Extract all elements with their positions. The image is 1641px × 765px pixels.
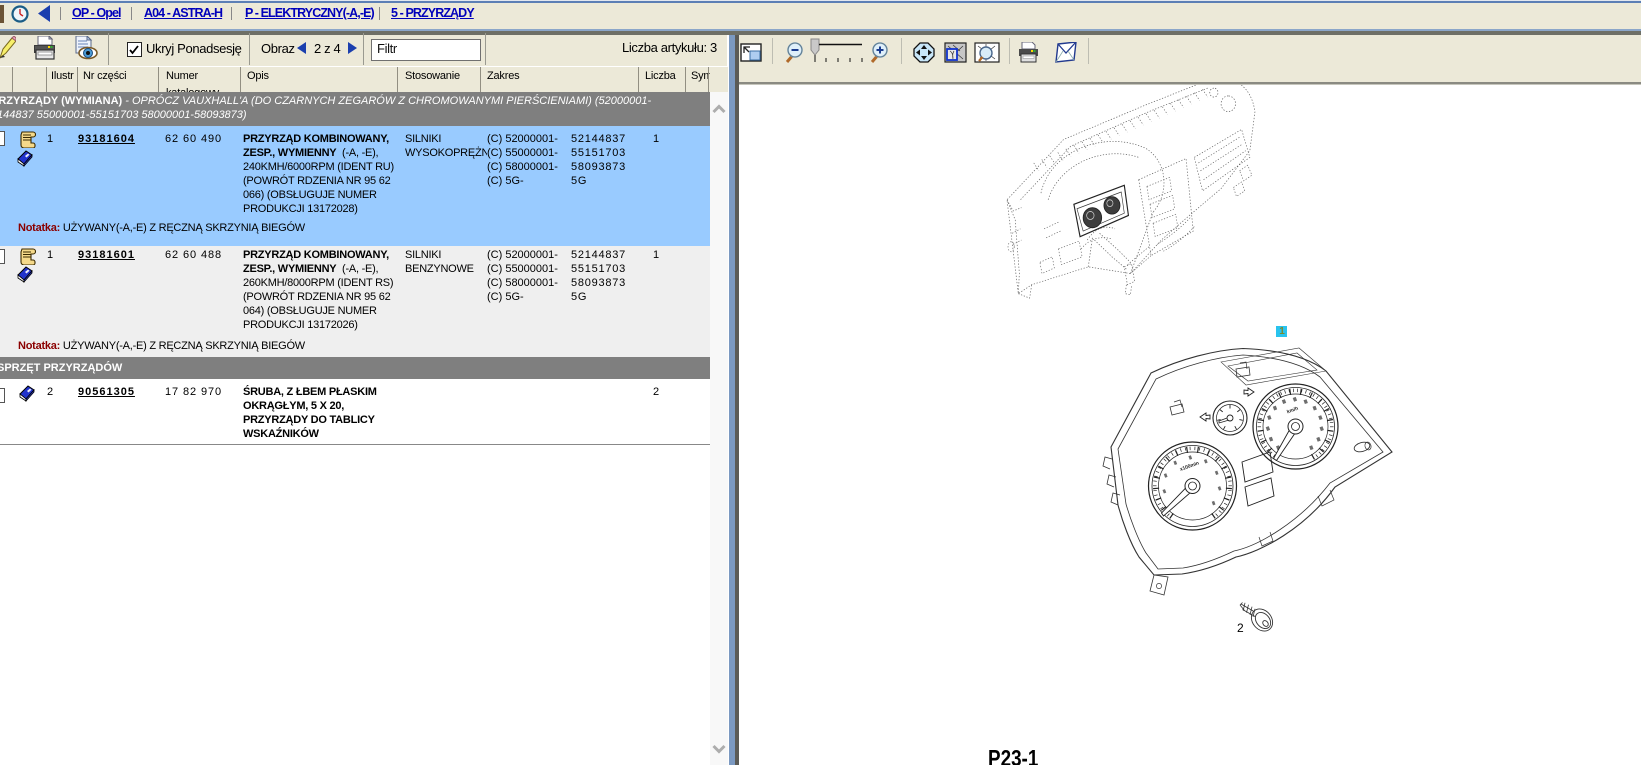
svg-text:km/h: km/h [1286, 406, 1299, 416]
svg-text:x100min: x100min [1179, 460, 1200, 472]
